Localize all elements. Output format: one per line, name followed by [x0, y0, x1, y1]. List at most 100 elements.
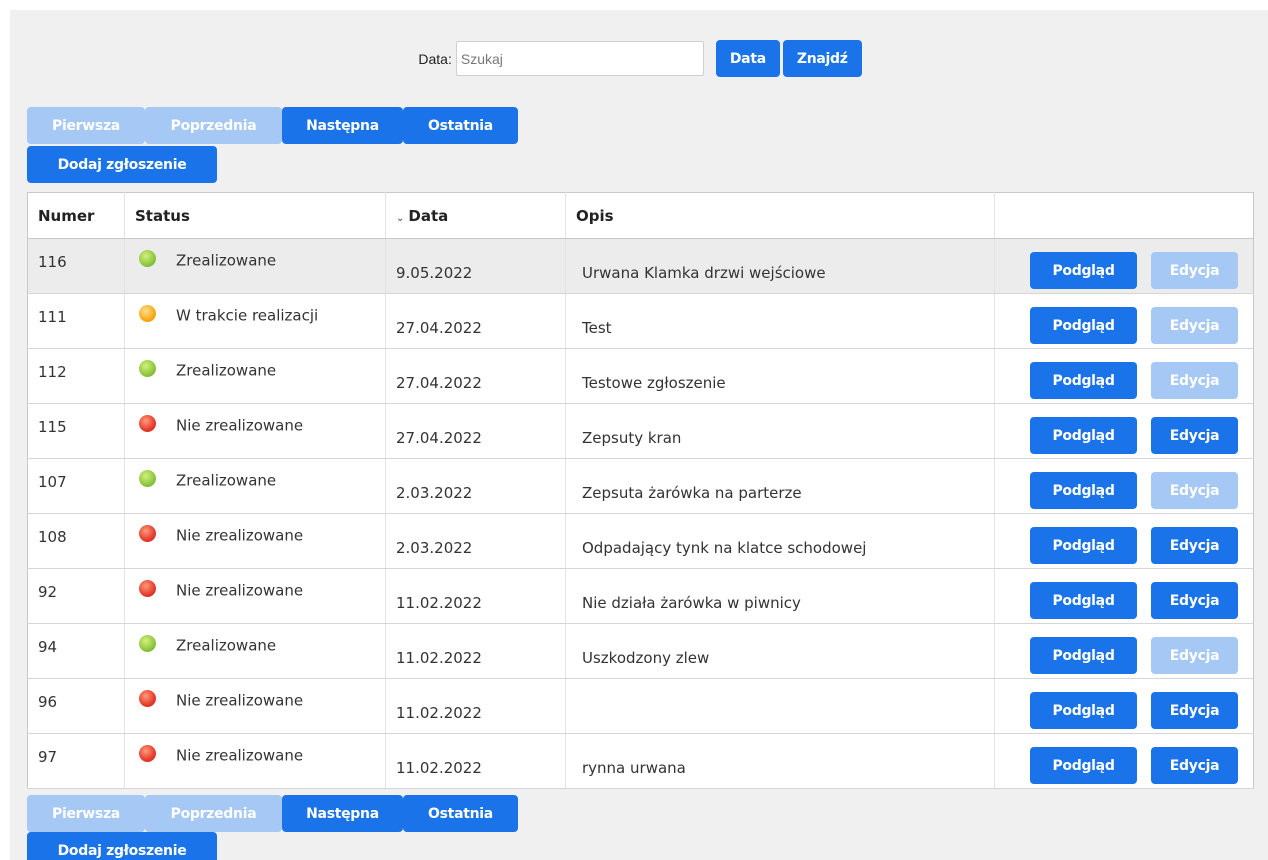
- cell-opis: Odpadający tynk na klatce schodowej: [565, 513, 995, 569]
- cell-actions: Podgląd Edycja: [994, 733, 1254, 789]
- cell-status: Nie zrealizowane: [124, 568, 386, 624]
- cell-actions: Podgląd Edycja: [994, 568, 1254, 624]
- header-numer[interactable]: Numer: [27, 192, 125, 239]
- edit-button[interactable]: Edycja: [1151, 692, 1238, 729]
- status-dot-icon: [139, 470, 156, 487]
- edit-button[interactable]: Edycja: [1151, 252, 1238, 289]
- add-report-button[interactable]: Dodaj zgłoszenie: [27, 832, 217, 860]
- edit-button[interactable]: Edycja: [1151, 307, 1238, 344]
- status-text: Zrealizowane: [176, 471, 277, 490]
- preview-button[interactable]: Podgląd: [1030, 417, 1137, 454]
- table-header-row: Numer Status ⌄ Data Opis: [27, 192, 1254, 239]
- edit-button[interactable]: Edycja: [1151, 472, 1238, 509]
- cell-data: 11.02.2022: [385, 733, 566, 789]
- cell-actions: Podgląd Edycja: [994, 238, 1254, 294]
- preview-button[interactable]: Podgląd: [1030, 582, 1137, 619]
- preview-button[interactable]: Podgląd: [1030, 637, 1137, 674]
- add-report-button[interactable]: Dodaj zgłoszenie: [27, 146, 217, 183]
- previous-page-button[interactable]: Poprzednia: [145, 107, 282, 144]
- preview-button[interactable]: Podgląd: [1030, 692, 1137, 729]
- edit-button[interactable]: Edycja: [1151, 417, 1238, 454]
- cell-data: 27.04.2022: [385, 403, 566, 459]
- last-page-button[interactable]: Ostatnia: [403, 107, 518, 144]
- search-bar: Data: Data Znajdź: [10, 40, 1268, 77]
- cell-numer: 108: [27, 513, 125, 569]
- search-label: Data:: [418, 50, 452, 67]
- cell-data: 2.03.2022: [385, 513, 566, 569]
- table-row: 96 Nie zrealizowane 11.02.2022 Podgląd Edycj…: [27, 678, 1254, 734]
- cell-status: W trakcie realizacji: [124, 293, 386, 349]
- cell-actions: Podgląd Edycja: [994, 348, 1254, 404]
- status-dot-icon: [139, 745, 156, 762]
- edit-button[interactable]: Edycja: [1151, 527, 1238, 564]
- cell-opis: rynna urwana: [565, 733, 995, 789]
- status-text: Nie zrealizowane: [176, 746, 304, 765]
- next-page-button[interactable]: Następna: [282, 795, 403, 832]
- cell-data: 2.03.2022: [385, 458, 566, 514]
- header-status[interactable]: Status: [124, 192, 386, 239]
- edit-button[interactable]: Edycja: [1151, 747, 1238, 784]
- edit-button[interactable]: Edycja: [1151, 582, 1238, 619]
- edit-button[interactable]: Edycja: [1151, 637, 1238, 674]
- cell-numer: 107: [27, 458, 125, 514]
- cell-opis: Nie działa żarówka w piwnicy: [565, 568, 995, 624]
- cell-actions: Podgląd Edycja: [994, 513, 1254, 569]
- last-page-button[interactable]: Ostatnia: [403, 795, 518, 832]
- status-dot-icon: [139, 360, 156, 377]
- table-row: 92 Nie zrealizowane 11.02.2022 Nie działa ż…: [27, 568, 1254, 624]
- cell-numer: 94: [27, 623, 125, 679]
- preview-button[interactable]: Podgląd: [1030, 362, 1137, 399]
- status-dot-icon: [139, 690, 156, 707]
- status-dot-icon: [139, 580, 156, 597]
- pager-bottom: Pierwsza Poprzednia Następna Ostatnia: [27, 795, 518, 832]
- preview-button[interactable]: Podgląd: [1030, 472, 1137, 509]
- preview-button[interactable]: Podgląd: [1030, 527, 1137, 564]
- cell-opis: [565, 678, 995, 734]
- table-row: 108 Nie zrealizowane 2.03.2022 Odpadający t…: [27, 513, 1254, 569]
- cell-status: Zrealizowane: [124, 348, 386, 404]
- status-text: Nie zrealizowane: [176, 526, 304, 545]
- cell-opis: Test: [565, 293, 995, 349]
- cell-opis: Zepsuty kran: [565, 403, 995, 459]
- next-page-button[interactable]: Następna: [282, 107, 403, 144]
- sort-desc-icon: ⌄: [396, 212, 405, 224]
- cell-numer: 112: [27, 348, 125, 404]
- cell-status: Nie zrealizowane: [124, 513, 386, 569]
- cell-opis: Uszkodzony zlew: [565, 623, 995, 679]
- date-button[interactable]: Data: [715, 40, 780, 77]
- cell-data: 11.02.2022: [385, 623, 566, 679]
- status-text: W trakcie realizacji: [176, 306, 319, 325]
- preview-button[interactable]: Podgląd: [1030, 747, 1137, 784]
- cell-actions: Podgląd Edycja: [994, 293, 1254, 349]
- edit-button[interactable]: Edycja: [1151, 362, 1238, 399]
- header-opis[interactable]: Opis: [565, 192, 995, 239]
- preview-button[interactable]: Podgląd: [1030, 307, 1137, 344]
- status-text: Nie zrealizowane: [176, 691, 304, 710]
- status-text: Zrealizowane: [176, 361, 277, 380]
- cell-status: Zrealizowane: [124, 458, 386, 514]
- cell-actions: Podgląd Edycja: [994, 403, 1254, 459]
- header-data[interactable]: ⌄ Data: [385, 192, 566, 239]
- search-input[interactable]: [455, 41, 704, 76]
- table-row: 94 Zrealizowane 11.02.2022 Uszkodzony zlew P…: [27, 623, 1254, 679]
- cell-numer: 111: [27, 293, 125, 349]
- cell-data: 11.02.2022: [385, 678, 566, 734]
- cell-status: Nie zrealizowane: [124, 678, 386, 734]
- previous-page-button[interactable]: Poprzednia: [145, 795, 282, 832]
- first-page-button[interactable]: Pierwsza: [27, 795, 145, 832]
- table-row: 111 W trakcie realizacji 27.04.2022 Test Pod…: [27, 293, 1254, 349]
- cell-actions: Podgląd Edycja: [994, 678, 1254, 734]
- cell-status: Nie zrealizowane: [124, 733, 386, 789]
- cell-data: 27.04.2022: [385, 348, 566, 404]
- first-page-button[interactable]: Pierwsza: [27, 107, 145, 144]
- cell-data: 9.05.2022: [385, 238, 566, 294]
- preview-button[interactable]: Podgląd: [1030, 252, 1137, 289]
- cell-numer: 115: [27, 403, 125, 459]
- status-dot-icon: [139, 415, 156, 432]
- table-row: 116 Zrealizowane 9.05.2022 Urwana Klamka dr…: [27, 238, 1254, 294]
- cell-numer: 97: [27, 733, 125, 789]
- table-row: 112 Zrealizowane 27.04.2022 Testowe zgłosze…: [27, 348, 1254, 404]
- status-dot-icon: [139, 525, 156, 542]
- cell-numer: 92: [27, 568, 125, 624]
- find-button[interactable]: Znajdź: [782, 40, 862, 77]
